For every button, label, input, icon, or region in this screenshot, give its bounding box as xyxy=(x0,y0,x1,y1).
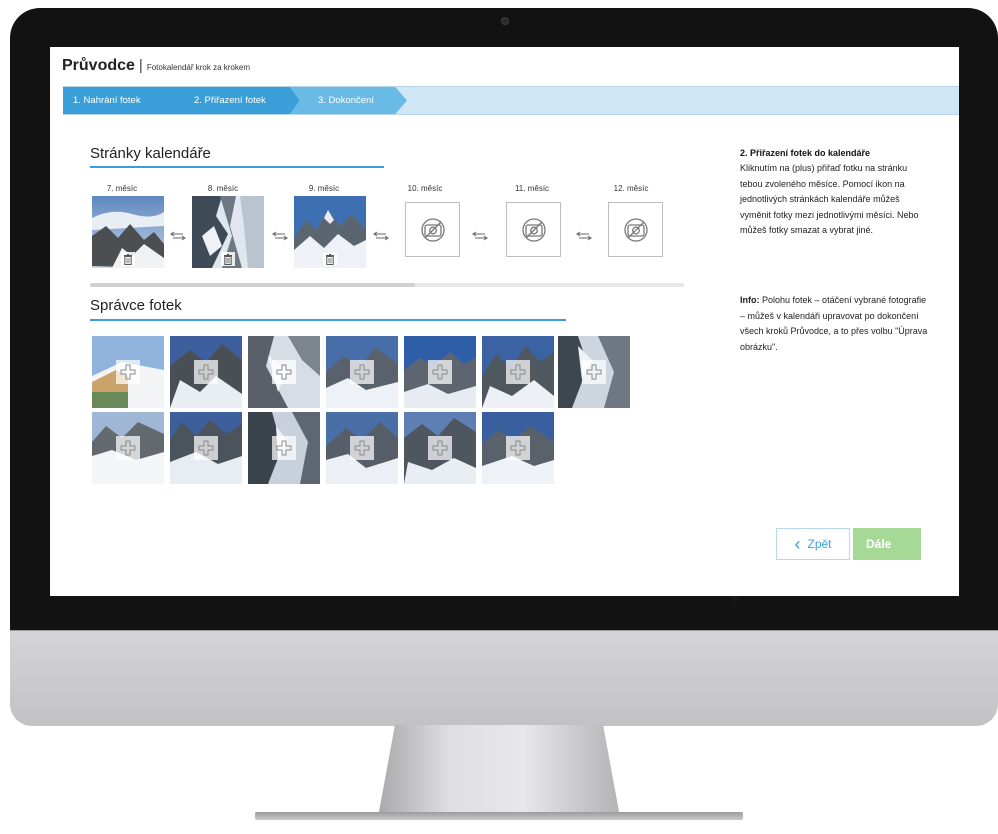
plus-icon[interactable] xyxy=(506,436,530,460)
plus-icon[interactable] xyxy=(272,436,296,460)
app-screen: Průvodce | Fotokalendář krok za krokem 1… xyxy=(50,47,959,596)
scrollbar-thumb[interactable] xyxy=(90,283,415,287)
empty-calendar-slot[interactable] xyxy=(405,202,460,257)
plus-icon[interactable] xyxy=(116,436,140,460)
month-label: 7. měsíc xyxy=(106,184,138,193)
photo-thumbnail[interactable] xyxy=(92,336,164,408)
photo-manager-underline xyxy=(90,319,566,321)
monitor-stand-base xyxy=(255,812,743,820)
info-note: Info: Polohu fotek – otáčení vybrané fot… xyxy=(740,293,928,355)
info-label: Info: xyxy=(740,295,760,305)
photo-thumbnail[interactable] xyxy=(170,336,242,408)
help-title: 2. Přiřazení fotek do kalendáře xyxy=(740,148,871,158)
page-title: Průvodce | Fotokalendář krok za krokem xyxy=(62,57,250,79)
help-text: Kliknutím na (plus) přiřaď fotku na strá… xyxy=(740,163,919,235)
photo-thumbnail[interactable] xyxy=(404,412,476,484)
camera-off-icon xyxy=(623,217,648,242)
plus-icon[interactable] xyxy=(350,436,374,460)
monitor-stand xyxy=(378,725,620,817)
photo-thumbnail[interactable] xyxy=(326,412,398,484)
photo-thumbnail[interactable] xyxy=(92,412,164,484)
plus-icon[interactable] xyxy=(194,436,218,460)
trash-icon[interactable] xyxy=(323,252,337,266)
title-separator: | xyxy=(138,57,143,74)
camera-off-icon xyxy=(420,217,445,242)
next-button-label: Dále xyxy=(866,537,892,551)
swap-arrows-icon[interactable] xyxy=(373,228,389,241)
month-label: 10. měsíc xyxy=(407,184,443,193)
swap-arrows-icon[interactable] xyxy=(170,228,186,241)
swap-arrows-icon[interactable] xyxy=(272,228,288,241)
next-button[interactable]: Dále xyxy=(853,528,921,560)
photo-thumbnail[interactable] xyxy=(404,336,476,408)
photo-thumbnail[interactable] xyxy=(482,336,554,408)
plus-icon[interactable] xyxy=(116,360,140,384)
empty-calendar-slot[interactable] xyxy=(506,202,561,257)
calendar-section-title: Stránky kalendáře xyxy=(90,145,211,162)
photo-thumbnail[interactable] xyxy=(170,412,242,484)
swap-arrows-icon[interactable] xyxy=(472,228,488,241)
empty-calendar-slot[interactable] xyxy=(608,202,663,257)
wizard-steps: 1. Nahrání fotek 2. Přiřazení fotek 3. D… xyxy=(63,86,959,115)
trash-icon[interactable] xyxy=(121,252,135,266)
photo-thumbnail[interactable] xyxy=(248,336,320,408)
plus-icon[interactable] xyxy=(350,360,374,384)
back-button[interactable]: ‹ Zpět xyxy=(776,528,850,560)
photo-manager-title: Správce fotek xyxy=(90,297,182,314)
camera-off-icon xyxy=(521,217,546,242)
month-label: 11. měsíc xyxy=(514,184,550,193)
step-finish[interactable]: 3. Dokončení xyxy=(290,87,407,114)
photo-thumbnail[interactable] xyxy=(558,336,630,408)
plus-icon[interactable] xyxy=(194,360,218,384)
calendar-title-underline xyxy=(90,166,384,168)
step-upload[interactable]: 1. Nahrání fotek xyxy=(63,87,188,114)
photo-thumbnail[interactable] xyxy=(326,336,398,408)
plus-icon[interactable] xyxy=(272,360,296,384)
app-subtitle: Fotokalendář krok za krokem xyxy=(146,63,250,72)
step-assign[interactable]: 2. Přiřazení fotek xyxy=(175,87,302,114)
info-text: Polohu fotek – otáčení vybrané fotografi… xyxy=(740,295,928,352)
photo-thumbnail[interactable] xyxy=(482,412,554,484)
monitor-chin xyxy=(10,630,998,726)
plus-icon[interactable] xyxy=(506,360,530,384)
chevron-left-icon: ‹ xyxy=(794,534,801,554)
plus-icon[interactable] xyxy=(582,360,606,384)
month-label: 8. měsíc xyxy=(207,184,239,193)
calendar-page-photo[interactable] xyxy=(294,196,366,268)
trash-icon[interactable] xyxy=(221,252,235,266)
app-name: Průvodce xyxy=(62,57,135,74)
back-button-label: Zpět xyxy=(807,537,832,551)
webcam-icon xyxy=(501,17,509,25)
month-label: 9. měsíc xyxy=(308,184,340,193)
calendar-page-photo[interactable] xyxy=(92,196,164,268)
plus-icon[interactable] xyxy=(428,436,452,460)
swap-arrows-icon[interactable] xyxy=(576,228,592,241)
calendar-page-photo[interactable] xyxy=(192,196,264,268)
photo-thumbnail[interactable] xyxy=(248,412,320,484)
month-label: 12. měsíc xyxy=(613,184,649,193)
plus-icon[interactable] xyxy=(428,360,452,384)
